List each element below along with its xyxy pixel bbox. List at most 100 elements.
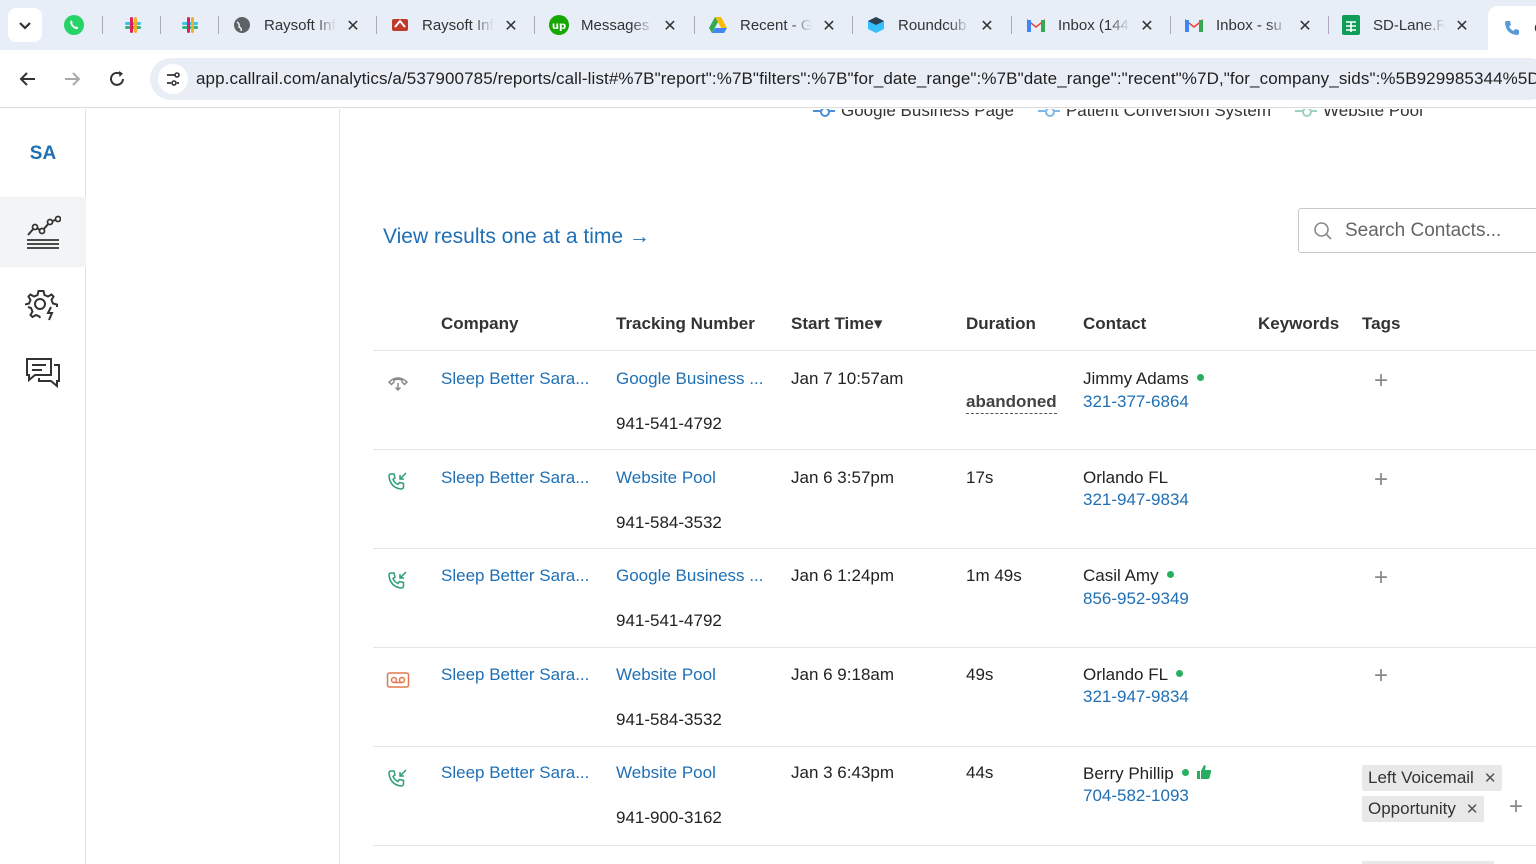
add-tag-icon[interactable]: +: [1374, 367, 1388, 395]
address-bar[interactable]: app.callrail.com/analytics/a/537900785/r…: [150, 58, 1536, 100]
tab-roundcube[interactable]: Roundcub ✕: [866, 8, 996, 42]
legend-label: Google Business Page: [841, 109, 1014, 120]
table-row[interactable]: Sleep Better Sara... Website Pool 941-58…: [373, 450, 1536, 549]
back-button[interactable]: [16, 67, 40, 91]
column-header-start-time[interactable]: Start Time▾: [791, 314, 882, 334]
close-icon[interactable]: ✕: [661, 16, 679, 36]
contact-phone-link[interactable]: 704-582-1093: [1083, 786, 1189, 806]
close-icon[interactable]: ✕: [820, 16, 838, 36]
calls-table-header: Company Tracking Number Start Time▾ Dura…: [373, 299, 1536, 351]
duration-abandoned[interactable]: abandoned: [966, 392, 1057, 414]
pinned-tab-slack-2[interactable]: [178, 13, 202, 37]
source-link[interactable]: Website Pool: [616, 763, 716, 783]
reload-icon: [110, 71, 124, 86]
contact-phone-link[interactable]: 321-947-9834: [1083, 687, 1189, 707]
legend-item-website-pool[interactable]: Website Pool: [1295, 109, 1423, 121]
tab-raysoft-1[interactable]: Raysoft Inf ✕: [232, 8, 362, 42]
report-main: Google Business Page Patient Conversion …: [341, 109, 1536, 864]
nav-settings[interactable]: [0, 269, 86, 339]
gear-icon: [25, 290, 58, 321]
inbound-call-icon: [388, 472, 407, 490]
tracking-number: 941-541-4792: [616, 611, 722, 630]
reload-button[interactable]: [105, 67, 129, 91]
contact-phone-link[interactable]: 321-947-9834: [1083, 490, 1189, 510]
pinned-tab-slack-1[interactable]: [121, 13, 145, 37]
table-row[interactable]: Sleep Better Sara... Google Business ...…: [373, 351, 1536, 450]
site-info-icon[interactable]: [158, 64, 188, 94]
remove-tag-icon[interactable]: ✕: [1466, 800, 1479, 818]
add-tag-icon[interactable]: +: [1509, 793, 1523, 821]
tab-search-button[interactable]: [8, 8, 42, 42]
add-tag-icon[interactable]: +: [1374, 662, 1388, 690]
company-link[interactable]: Sleep Better Sara...: [441, 566, 589, 586]
online-status-dot: [1196, 374, 1204, 382]
table-row[interactable]: Sleep Better Sara... Website Pool 941-58…: [373, 648, 1536, 747]
contact-name[interactable]: Berry Phillip: [1083, 763, 1213, 784]
legend-item-patient-conversion-system[interactable]: Patient Conversion System: [1037, 109, 1271, 121]
slack-icon: [125, 17, 141, 33]
column-header-tags[interactable]: Tags: [1362, 314, 1400, 334]
google-drive-icon: [708, 15, 728, 35]
legend-item-google-business-page[interactable]: Google Business Page: [813, 109, 1014, 121]
add-tag-icon[interactable]: +: [1374, 564, 1388, 592]
source-link[interactable]: Google Business ...: [616, 369, 763, 389]
callrail-icon: [1502, 18, 1522, 38]
company-link[interactable]: Sleep Better Sara...: [441, 665, 589, 685]
duration-value: 17s: [966, 468, 994, 487]
gmail-icon: [1184, 15, 1204, 35]
company-link[interactable]: Sleep Better Sara...: [441, 468, 589, 488]
close-icon[interactable]: ✕: [344, 16, 362, 36]
forward-button[interactable]: [60, 67, 84, 91]
column-header-duration[interactable]: Duration: [966, 314, 1036, 334]
nav-conversations[interactable]: [0, 337, 86, 407]
source-link[interactable]: Website Pool: [616, 665, 716, 685]
company-link[interactable]: Sleep Better Sara...: [441, 763, 589, 783]
chart-legend: Google Business Page Patient Conversion …: [813, 109, 1447, 121]
column-header-company[interactable]: Company: [441, 314, 518, 334]
chat-bubbles-icon: [26, 358, 60, 388]
globe-icon: [232, 15, 252, 35]
table-row[interactable]: Sleep Better Sara... Website Pool 941-90…: [373, 747, 1536, 846]
tag-label: Left Voicemail: [1368, 768, 1474, 787]
tab-messages[interactable]: up Messages ✕: [549, 8, 679, 42]
tab-sheets[interactable]: SD-Lane.R ✕: [1341, 8, 1471, 42]
account-initials[interactable]: SA: [0, 143, 86, 165]
tab-raysoft-2[interactable]: Raysoft Inf ✕: [390, 8, 520, 42]
view-results-one-at-a-time-link[interactable]: View results one at a time →: [383, 225, 650, 249]
company-link[interactable]: Sleep Better Sara...: [441, 369, 589, 389]
contact-name[interactable]: Orlando FL: [1083, 665, 1184, 685]
add-tag-icon[interactable]: +: [1374, 466, 1388, 494]
column-header-contact[interactable]: Contact: [1083, 314, 1146, 334]
remove-tag-icon[interactable]: ✕: [1484, 769, 1497, 787]
nav-analytics[interactable]: [0, 197, 86, 267]
tracking-number: 941-584-3532: [616, 710, 722, 729]
close-icon[interactable]: ✕: [1296, 16, 1314, 36]
table-row[interactable]: Sleep Better Sara... Google Business ...…: [373, 549, 1536, 648]
source-link[interactable]: Google Business ...: [616, 566, 763, 586]
search-contacts-input[interactable]: Search Contacts...: [1298, 208, 1536, 253]
column-header-keywords[interactable]: Keywords: [1258, 314, 1339, 334]
duration-value: 44s: [966, 763, 994, 782]
search-placeholder: Search Contacts...: [1345, 220, 1502, 241]
contact-phone-link[interactable]: 856-952-9349: [1083, 589, 1189, 609]
slack-icon: [182, 17, 198, 33]
analytics-chart-icon: [27, 215, 61, 249]
contact-name-text: Orlando FL: [1083, 665, 1169, 684]
tab-google-drive[interactable]: Recent - G ✕: [708, 8, 838, 42]
tab-callrail-active[interactable]: C: [1488, 6, 1536, 50]
close-icon[interactable]: ✕: [1453, 16, 1471, 36]
contact-name[interactable]: Casil Amy: [1083, 566, 1174, 586]
tab-gmail-1[interactable]: Inbox (144 ✕: [1026, 8, 1156, 42]
contact-name[interactable]: Jimmy Adams: [1083, 369, 1204, 389]
source-link[interactable]: Website Pool: [616, 468, 716, 488]
close-icon[interactable]: ✕: [978, 16, 996, 36]
close-icon[interactable]: ✕: [502, 16, 520, 36]
online-status-dot: [1176, 670, 1184, 678]
column-header-tracking-number[interactable]: Tracking Number: [616, 314, 755, 334]
close-icon[interactable]: ✕: [1138, 16, 1156, 36]
contact-name[interactable]: Orlando FL: [1083, 468, 1168, 488]
pinned-tab-whatsapp[interactable]: [62, 13, 86, 37]
contact-phone-link[interactable]: 321-377-6864: [1083, 392, 1189, 412]
start-time: Jan 6 1:24pm: [791, 566, 895, 585]
tab-gmail-2[interactable]: Inbox - su ✕: [1184, 8, 1314, 42]
